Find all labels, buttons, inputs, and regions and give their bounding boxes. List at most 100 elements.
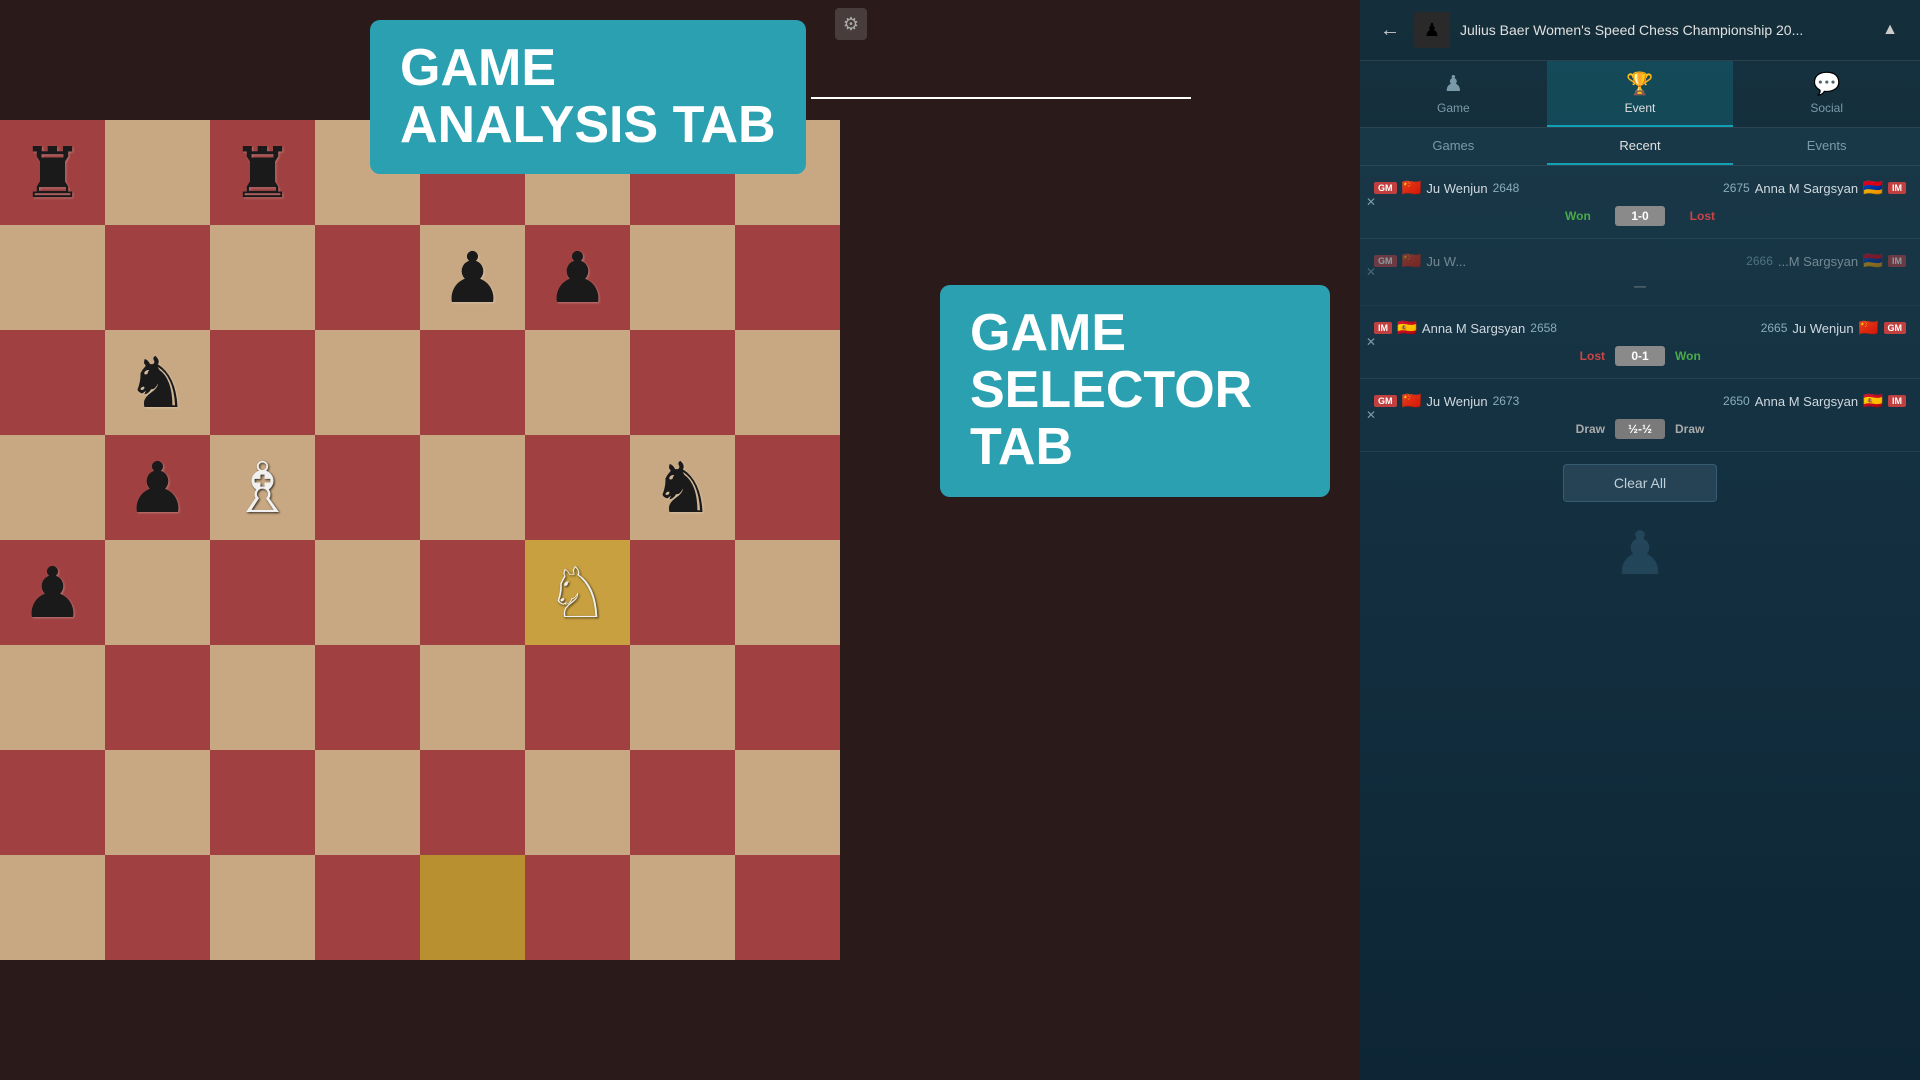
cell-4-5-highlight[interactable]: ♘ xyxy=(525,540,630,645)
cell-6-3[interactable] xyxy=(315,750,420,855)
game-3-black-badge: GM xyxy=(1884,322,1907,334)
cell-3-2[interactable]: ♗ xyxy=(210,435,315,540)
game-row-1-close[interactable]: ✕ xyxy=(1362,191,1380,213)
gear-icon: ⚙ xyxy=(843,14,859,35)
cell-5-4[interactable] xyxy=(420,645,525,750)
tab-game[interactable]: ♟ Game xyxy=(1360,61,1547,127)
settings-button[interactable]: ⚙ xyxy=(835,8,867,40)
clear-all-button[interactable]: Clear All xyxy=(1563,464,1717,502)
cell-4-3[interactable] xyxy=(315,540,420,645)
cell-5-7[interactable] xyxy=(735,645,840,750)
cell-1-5[interactable]: ♟ xyxy=(525,225,630,330)
cell-5-1[interactable] xyxy=(105,645,210,750)
cell-3-4[interactable] xyxy=(420,435,525,540)
game-1-result: Won 1-0 Lost xyxy=(1374,206,1906,226)
cell-3-6[interactable]: ♞ xyxy=(630,435,735,540)
game-2-result-label: — xyxy=(1634,279,1646,293)
cell-6-1[interactable] xyxy=(105,750,210,855)
game-row-2[interactable]: ✕ GM 🇨🇳 Ju W... IM 🇦🇲 ...M Sargsyan 2666… xyxy=(1360,239,1920,306)
cell-2-2[interactable] xyxy=(210,330,315,435)
cell-1-0[interactable] xyxy=(0,225,105,330)
cell-0-2[interactable]: ♜ xyxy=(210,120,315,225)
cell-2-0[interactable] xyxy=(0,330,105,435)
cell-3-3[interactable] xyxy=(315,435,420,540)
game-1-white-player: GM 🇨🇳 Ju Wenjun 2648 xyxy=(1374,178,1519,198)
cell-1-3[interactable] xyxy=(315,225,420,330)
cell-2-1[interactable]: ♞ xyxy=(105,330,210,435)
cell-6-6[interactable] xyxy=(630,750,735,855)
game-4-black-result: Draw xyxy=(1675,422,1704,436)
game-2-players: GM 🇨🇳 Ju W... IM 🇦🇲 ...M Sargsyan 2666 xyxy=(1374,251,1906,271)
cell-4-2[interactable] xyxy=(210,540,315,645)
cell-6-0[interactable] xyxy=(0,750,105,855)
cell-5-6[interactable] xyxy=(630,645,735,750)
subnav-recent[interactable]: Recent xyxy=(1547,128,1734,165)
game-1-white-name: Ju Wenjun xyxy=(1426,181,1487,196)
cell-5-5[interactable] xyxy=(525,645,630,750)
cell-7-2[interactable] xyxy=(210,855,315,960)
back-button[interactable]: ← xyxy=(1374,14,1406,46)
game-3-black-player: GM 🇨🇳 Ju Wenjun 2665 xyxy=(1761,318,1906,338)
cell-4-6[interactable] xyxy=(630,540,735,645)
tab-event[interactable]: 🏆 Event xyxy=(1547,61,1734,127)
cell-7-7[interactable] xyxy=(735,855,840,960)
game-1-white-result: Won xyxy=(1565,209,1605,223)
cell-1-2[interactable] xyxy=(210,225,315,330)
game-row-3-close[interactable]: ✕ xyxy=(1362,331,1380,353)
cell-7-1[interactable] xyxy=(105,855,210,960)
cell-3-0[interactable] xyxy=(0,435,105,540)
game-row-3[interactable]: ✕ IM 🇪🇸 Anna M Sargsyan 2658 GM 🇨🇳 Ju We… xyxy=(1360,306,1920,379)
cell-4-0[interactable]: ♟ xyxy=(0,540,105,645)
cell-7-0[interactable] xyxy=(0,855,105,960)
cell-3-7[interactable] xyxy=(735,435,840,540)
cell-0-1[interactable] xyxy=(105,120,210,225)
game-1-players: GM 🇨🇳 Ju Wenjun 2648 IM 🇦🇲 Anna M Sargsy… xyxy=(1374,178,1906,198)
cell-6-7[interactable] xyxy=(735,750,840,855)
cell-5-2[interactable] xyxy=(210,645,315,750)
cell-1-7[interactable] xyxy=(735,225,840,330)
cell-6-5[interactable] xyxy=(525,750,630,855)
game-1-white-rating: 2648 xyxy=(1493,181,1520,195)
cell-5-0[interactable] xyxy=(0,645,105,750)
cell-7-5[interactable] xyxy=(525,855,630,960)
cell-4-7[interactable] xyxy=(735,540,840,645)
cell-6-4[interactable] xyxy=(420,750,525,855)
cell-2-3[interactable] xyxy=(315,330,420,435)
game-row-4[interactable]: ✕ GM 🇨🇳 Ju Wenjun 2673 IM 🇪🇸 Anna M Sarg… xyxy=(1360,379,1920,452)
cell-7-3[interactable] xyxy=(315,855,420,960)
cell-7-4-highlight[interactable] xyxy=(420,855,525,960)
game-2-black-flag: 🇦🇲 xyxy=(1863,251,1883,271)
cell-1-1[interactable] xyxy=(105,225,210,330)
cell-4-4[interactable] xyxy=(420,540,525,645)
game-row-2-close[interactable]: ✕ xyxy=(1362,261,1380,283)
cell-5-3[interactable] xyxy=(315,645,420,750)
game-tab-label: Game xyxy=(1437,101,1470,115)
clear-all-container: Clear All xyxy=(1360,452,1920,514)
game-list: ✕ GM 🇨🇳 Ju Wenjun 2648 IM 🇦🇲 Anna M Sarg… xyxy=(1360,166,1920,1080)
chess-com-logo: ♟ xyxy=(1613,519,1667,589)
cell-2-4[interactable] xyxy=(420,330,525,435)
cell-4-1[interactable] xyxy=(105,540,210,645)
cell-6-2[interactable] xyxy=(210,750,315,855)
game-row-4-close[interactable]: ✕ xyxy=(1362,404,1380,426)
collapse-button[interactable]: ▲ xyxy=(1874,14,1906,46)
game-row-1[interactable]: ✕ GM 🇨🇳 Ju Wenjun 2648 IM 🇦🇲 Anna M Sarg… xyxy=(1360,166,1920,239)
cell-3-5[interactable] xyxy=(525,435,630,540)
game-2-white-player: GM 🇨🇳 Ju W... xyxy=(1374,251,1466,271)
cell-3-1[interactable]: ♟ xyxy=(105,435,210,540)
selector-tooltip-line2: SELECTOR TAB xyxy=(970,361,1252,476)
game-3-black-rating: 2665 xyxy=(1761,321,1788,335)
cell-1-4[interactable]: ♟ xyxy=(420,225,525,330)
game-2-white-name: Ju W... xyxy=(1426,254,1466,269)
cell-2-7[interactable] xyxy=(735,330,840,435)
cell-2-5[interactable] xyxy=(525,330,630,435)
cell-7-6[interactable] xyxy=(630,855,735,960)
social-tab-label: Social xyxy=(1810,101,1843,115)
chess-logo-icon: ♟ xyxy=(1424,20,1440,41)
tab-social[interactable]: 💬 Social xyxy=(1733,61,1920,127)
subnav-games[interactable]: Games xyxy=(1360,128,1547,165)
cell-0-0[interactable]: ♜ xyxy=(0,120,105,225)
cell-1-6[interactable] xyxy=(630,225,735,330)
subnav-events[interactable]: Events xyxy=(1733,128,1920,165)
cell-2-6[interactable] xyxy=(630,330,735,435)
